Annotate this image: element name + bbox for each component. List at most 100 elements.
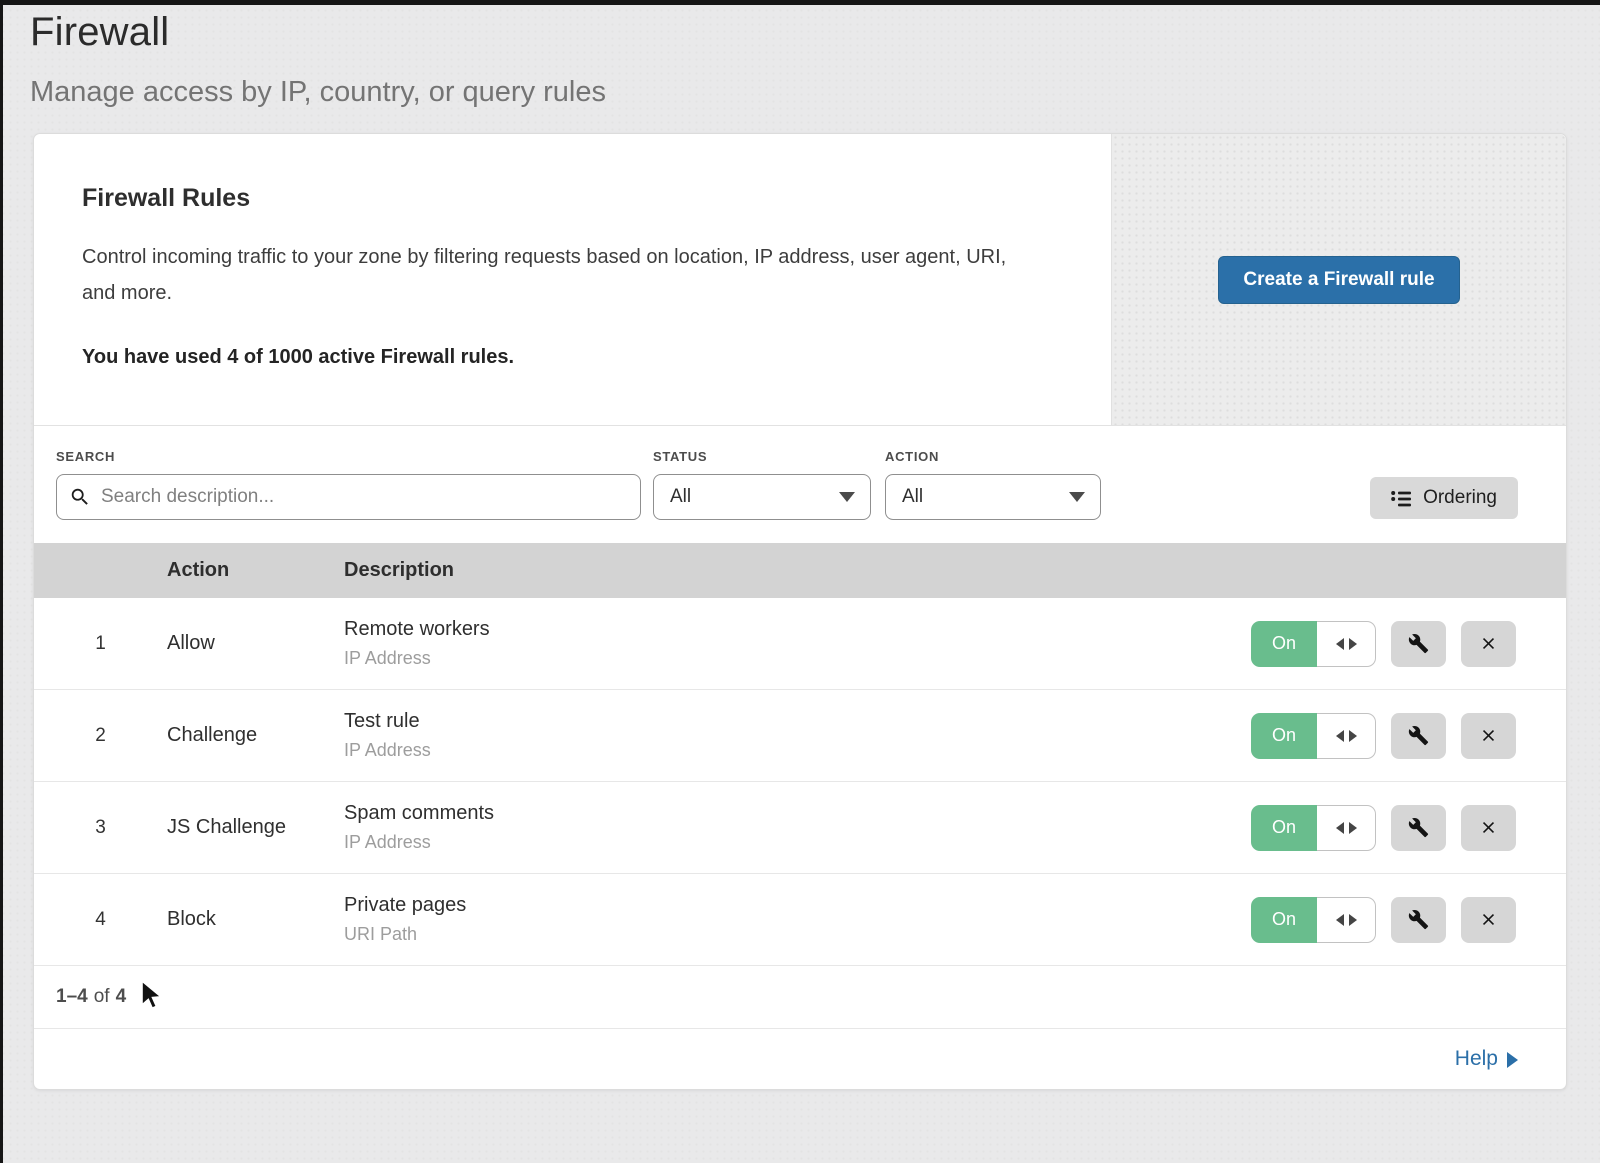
rule-description-cell: Spam comments IP Address [344,802,1251,853]
action-select[interactable]: All [885,474,1101,520]
pagination: 1–4 of 4 [34,966,1566,1028]
wrench-icon [1408,817,1429,838]
action-label: ACTION [885,449,1101,464]
filters-bar: SEARCH STATUS All ACTION All [34,426,1566,543]
pagination-total: 4 [116,986,127,1008]
rule-controls: On [1251,897,1566,943]
rules-table-body: 1 Allow Remote workers IP Address On 2 C… [34,598,1566,966]
firewall-rules-card: Firewall Rules Control incoming traffic … [33,133,1567,1090]
rule-description: Private pages [344,894,1251,917]
wrench-icon [1408,633,1429,654]
rule-match-type: IP Address [344,740,1251,761]
wrench-icon [1408,909,1429,930]
status-filter-group: STATUS All [653,446,871,520]
rule-priority: 1 [34,633,167,655]
close-icon [1479,634,1498,653]
delete-rule-button[interactable] [1461,713,1516,759]
rules-usage-note: You have used 4 of 1000 active Firewall … [82,346,1063,369]
rule-action: JS Challenge [167,816,344,839]
rules-summary-text: Firewall Rules Control incoming traffic … [34,134,1111,425]
chevron-down-icon [839,492,855,502]
rule-description: Spam comments [344,802,1251,825]
ordering-button-label: Ordering [1423,487,1497,509]
triangle-left-icon [1336,914,1344,926]
search-icon [69,486,91,508]
search-filter-group: SEARCH [56,446,641,520]
edit-rule-button[interactable] [1391,713,1446,759]
rule-action: Allow [167,632,344,655]
help-link[interactable]: Help [1455,1047,1518,1071]
delete-rule-button[interactable] [1461,621,1516,667]
rule-enabled-toggle[interactable]: On [1251,805,1376,851]
rule-action: Challenge [167,724,344,747]
close-icon [1479,726,1498,745]
status-select[interactable]: All [653,474,871,520]
toggle-state-label: On [1251,897,1317,943]
toggle-handle[interactable] [1317,897,1376,943]
triangle-right-icon [1349,822,1357,834]
rule-controls: On [1251,621,1566,667]
rule-match-type: IP Address [344,832,1251,853]
rule-description-cell: Remote workers IP Address [344,618,1251,669]
toggle-state-label: On [1251,621,1317,667]
search-label: SEARCH [56,449,641,464]
table-header: Action Description [34,543,1566,598]
rule-match-type: IP Address [344,648,1251,669]
table-row: 1 Allow Remote workers IP Address On [34,598,1566,690]
toggle-handle[interactable] [1317,713,1376,759]
rule-action: Block [167,908,344,931]
rule-priority: 3 [34,817,167,839]
rules-summary-section: Firewall Rules Control incoming traffic … [34,134,1566,426]
triangle-left-icon [1336,822,1344,834]
rule-priority: 4 [34,909,167,931]
delete-rule-button[interactable] [1461,805,1516,851]
status-selected-value: All [670,486,691,508]
status-label: STATUS [653,449,871,464]
chevron-down-icon [1069,492,1085,502]
page-header: Firewall Manage access by IP, country, o… [0,0,1600,133]
table-row: 3 JS Challenge Spam comments IP Address … [34,782,1566,874]
triangle-right-icon [1349,730,1357,742]
rule-description-cell: Private pages URI Path [344,894,1251,945]
rule-enabled-toggle[interactable]: On [1251,621,1376,667]
triangle-left-icon [1336,638,1344,650]
column-header-action: Action [167,559,344,582]
rule-controls: On [1251,805,1566,851]
delete-rule-button[interactable] [1461,897,1516,943]
toggle-state-label: On [1251,805,1317,851]
rule-description: Test rule [344,710,1251,733]
toggle-handle[interactable] [1317,805,1376,851]
help-link-label: Help [1455,1047,1498,1071]
rule-priority: 2 [34,725,167,747]
create-firewall-rule-button[interactable]: Create a Firewall rule [1218,256,1459,304]
action-selected-value: All [902,486,923,508]
page-title: Firewall [30,10,1570,55]
pagination-range: 1–4 [56,986,88,1008]
ordering-button[interactable]: Ordering [1370,477,1518,519]
create-rule-panel: Create a Firewall rule [1111,134,1566,425]
toggle-handle[interactable] [1317,621,1376,667]
toggle-state-label: On [1251,713,1317,759]
triangle-right-icon [1349,638,1357,650]
action-filter-group: ACTION All [885,446,1101,520]
triangle-left-icon [1336,730,1344,742]
column-header-description: Description [344,559,1251,582]
table-row: 2 Challenge Test rule IP Address On [34,690,1566,782]
triangle-right-icon [1349,914,1357,926]
rule-enabled-toggle[interactable]: On [1251,713,1376,759]
rules-description: Control incoming traffic to your zone by… [82,239,1032,312]
rule-description-cell: Test rule IP Address [344,710,1251,761]
edit-rule-button[interactable] [1391,621,1446,667]
rule-description: Remote workers [344,618,1251,641]
rule-match-type: URI Path [344,924,1251,945]
rule-enabled-toggle[interactable]: On [1251,897,1376,943]
edit-rule-button[interactable] [1391,805,1446,851]
close-icon [1479,910,1498,929]
close-icon [1479,818,1498,837]
page-subtitle: Manage access by IP, country, or query r… [30,76,1570,109]
help-row: Help [34,1028,1566,1089]
edit-rule-button[interactable] [1391,897,1446,943]
table-row: 4 Block Private pages URI Path On [34,874,1566,966]
search-input[interactable] [56,474,641,520]
rules-heading: Firewall Rules [82,184,1063,213]
